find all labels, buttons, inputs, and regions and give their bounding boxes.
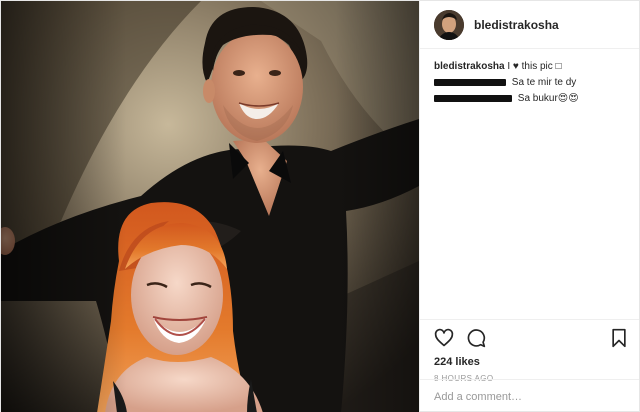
bookmark-icon[interactable]: [609, 328, 629, 348]
add-comment-bar: [420, 379, 639, 412]
header-username[interactable]: bledistrakosha: [474, 18, 559, 32]
like-count[interactable]: 224 likes: [434, 356, 627, 368]
redacted-username: [434, 94, 512, 102]
caption: bledistrakosha I ♥ this pic □: [434, 59, 627, 75]
avatar[interactable]: [434, 9, 464, 40]
redacted-username: [434, 78, 506, 86]
comment-text: Sa bukur😍😍: [517, 93, 579, 104]
post-side-panel: bledistrakosha bledistrakosha I ♥ this p…: [419, 1, 639, 412]
action-icons: [434, 326, 627, 350]
caption-author[interactable]: bledistrakosha: [434, 61, 505, 72]
post-photo[interactable]: [1, 1, 419, 412]
post-actions: 224 likes 8 HOURS AGO: [420, 319, 639, 383]
photo-illustration: [1, 1, 419, 412]
caption-text: I ♥ this pic □: [507, 61, 562, 72]
comment-item: Sa bukur😍😍: [434, 91, 627, 107]
comment-input[interactable]: [434, 390, 627, 403]
comment-text: Sa te mir te dy: [511, 77, 577, 88]
heart-icon[interactable]: [434, 328, 454, 348]
post-header: bledistrakosha: [420, 1, 639, 49]
comments-list: bledistrakosha I ♥ this pic □ Sa te mir …: [420, 49, 639, 317]
avatar-image: [434, 9, 464, 40]
instagram-post: bledistrakosha bledistrakosha I ♥ this p…: [0, 0, 640, 412]
comment-bubble-icon[interactable]: [466, 328, 486, 348]
comment-item: Sa te mir te dy: [434, 75, 627, 91]
